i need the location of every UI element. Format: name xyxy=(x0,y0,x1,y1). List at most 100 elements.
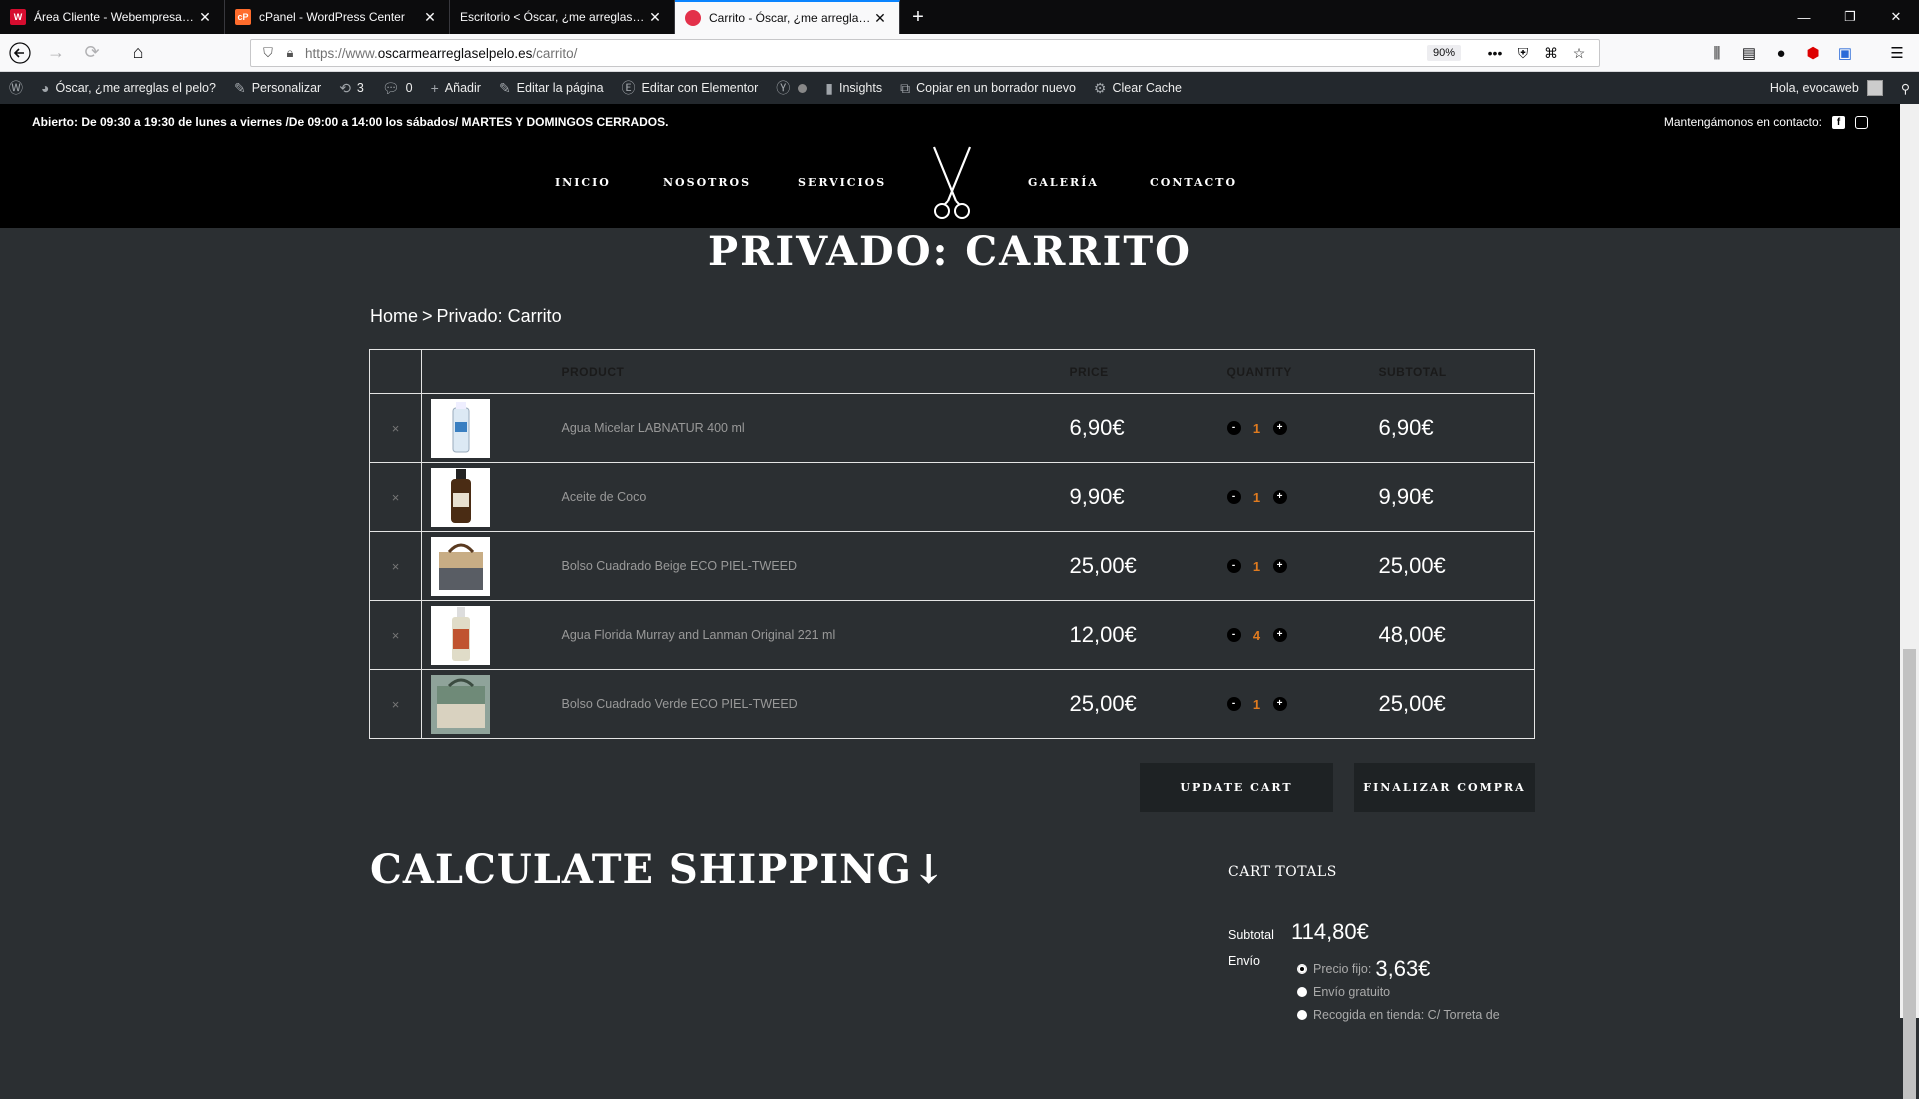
account-icon[interactable]: ● xyxy=(1765,39,1797,67)
avatar xyxy=(1866,80,1883,96)
nav-contacto[interactable]: CONTACTO xyxy=(1150,176,1237,189)
calculate-shipping-heading[interactable]: CALCULATE SHIPPING↓ xyxy=(370,846,946,893)
bookmark-star-icon[interactable]: ☆ xyxy=(1565,45,1593,62)
remove-item-button[interactable]: × xyxy=(369,462,422,532)
cart-row: × Agua Micelar LABNATUR 400 ml 6,90€ -1 +… xyxy=(369,393,1535,463)
shield-icon[interactable]: ⛉ xyxy=(257,45,279,61)
product-thumbnail[interactable] xyxy=(431,467,490,527)
product-thumbnail[interactable] xyxy=(431,398,490,458)
nav-galeria[interactable]: GALERÍA xyxy=(1028,176,1099,189)
scrollbar-thumb[interactable] xyxy=(1903,649,1916,1099)
more-actions-icon[interactable]: ••• xyxy=(1481,45,1509,61)
minimize-icon[interactable]: — xyxy=(1781,0,1827,34)
remove-item-button[interactable]: × xyxy=(369,600,422,670)
admin-search-icon[interactable]: ⚲ xyxy=(1892,72,1919,104)
nav-inicio[interactable]: INICIO xyxy=(555,176,611,189)
product-name[interactable]: Bolso Cuadrado Beige ECO PIEL-TWEED xyxy=(561,531,1070,601)
product-thumbnail[interactable] xyxy=(431,674,490,734)
wp-admin-bar: Ⓦ ◕ Óscar, ¿me arreglas el pelo? ✎ Persona… xyxy=(0,72,1919,104)
quantity-value[interactable]: 4 xyxy=(1251,628,1263,643)
yoast-icon[interactable]: Ⓨ xyxy=(767,72,816,104)
reload-icon[interactable]: ⟳ xyxy=(74,38,110,68)
shipping-option-free[interactable]: Envío gratuito xyxy=(1297,985,1390,999)
forward-icon[interactable]: → xyxy=(38,38,74,68)
admin-site-name[interactable]: ◕ Óscar, ¿me arreglas el pelo? xyxy=(32,72,225,104)
quantity-value[interactable]: 1 xyxy=(1251,490,1263,505)
nav-nosotros[interactable]: NOSOTROS xyxy=(663,176,751,189)
url-text[interactable]: https://www.oscarmearreglaselpelo.es/car… xyxy=(305,46,1427,61)
close-window-icon[interactable]: ✕ xyxy=(1873,0,1919,34)
increase-qty-button[interactable]: + xyxy=(1272,628,1287,642)
restore-icon[interactable]: ❐ xyxy=(1827,0,1873,34)
site-favicon-icon xyxy=(685,10,701,26)
quantity-value[interactable]: 1 xyxy=(1251,421,1263,436)
quantity-value[interactable]: 1 xyxy=(1251,697,1263,712)
translate-icon[interactable]: ⌘ xyxy=(1537,45,1565,62)
decrease-qty-button[interactable]: - xyxy=(1226,697,1241,711)
admin-copy-draft[interactable]: ⧉ Copiar en un borrador nuevo xyxy=(891,72,1085,104)
close-tab-icon[interactable]: ✕ xyxy=(646,9,664,26)
adblock-icon[interactable]: ⬢ xyxy=(1797,39,1829,67)
url-bar[interactable]: ⛉ 🔒︎ https://www.oscarmearreglaselpelo.e… xyxy=(250,39,1600,67)
admin-edit-page[interactable]: ✎ Editar la página xyxy=(490,72,613,104)
decrease-qty-button[interactable]: - xyxy=(1226,628,1241,642)
home-icon[interactable]: ⌂ xyxy=(120,38,156,68)
decrease-qty-button[interactable]: - xyxy=(1226,490,1241,504)
browser-tab-webempresa[interactable]: W Área Cliente - Webempresa Eur ✕ xyxy=(0,0,225,34)
product-thumbnail[interactable] xyxy=(431,536,490,596)
back-icon[interactable] xyxy=(2,38,38,68)
admin-insights[interactable]: ▮ Insights xyxy=(816,72,891,104)
facebook-icon[interactable]: f xyxy=(1832,115,1845,129)
admin-comments[interactable]: 💬︎ 0 xyxy=(373,72,422,104)
browser-tab-carrito[interactable]: Carrito - Óscar, ¿me arreglas el ✕ xyxy=(675,0,900,34)
increase-qty-button[interactable]: + xyxy=(1272,421,1287,435)
browser-tab-cpanel[interactable]: cP cPanel - WordPress Center ✕ xyxy=(225,0,450,34)
product-price: 6,90€ xyxy=(1069,393,1227,463)
scissors-logo-icon[interactable] xyxy=(922,145,982,223)
radio-selected-icon[interactable] xyxy=(1297,964,1307,974)
new-tab-button[interactable]: + xyxy=(900,0,936,34)
admin-edit-elementor[interactable]: Ⓔ Editar con Elementor xyxy=(613,72,768,104)
page-scrollbar[interactable] xyxy=(1900,104,1919,1099)
library-icon[interactable]: ⫼ xyxy=(1701,39,1733,67)
lock-icon[interactable]: 🔒︎ xyxy=(279,45,301,61)
menu-icon[interactable]: ☰ xyxy=(1881,39,1913,67)
close-tab-icon[interactable]: ✕ xyxy=(421,9,439,26)
radio-icon[interactable] xyxy=(1297,1010,1307,1020)
decrease-qty-button[interactable]: - xyxy=(1226,559,1241,573)
decrease-qty-button[interactable]: - xyxy=(1226,421,1241,435)
instagram-icon[interactable] xyxy=(1855,115,1868,129)
pocket-icon[interactable]: ⛨ xyxy=(1509,45,1537,62)
product-name[interactable]: Agua Florida Murray and Lanman Original … xyxy=(561,600,1070,670)
product-name[interactable]: Bolso Cuadrado Verde ECO PIEL-TWEED xyxy=(561,669,1070,739)
remove-item-button[interactable]: × xyxy=(369,669,422,739)
admin-customize[interactable]: ✎ Personalizar xyxy=(225,72,330,104)
zoom-level[interactable]: 90% xyxy=(1426,45,1461,61)
product-thumbnail[interactable] xyxy=(431,605,490,665)
browser-tab-escritorio[interactable]: Escritorio < Óscar, ¿me arreglas el p ✕ xyxy=(450,0,675,34)
admin-add-new[interactable]: + Añadir xyxy=(422,72,490,104)
breadcrumb-home[interactable]: Home xyxy=(370,306,418,326)
nav-servicios[interactable]: SERVICIOS xyxy=(798,176,886,189)
remove-item-button[interactable]: × xyxy=(369,531,422,601)
increase-qty-button[interactable]: + xyxy=(1272,697,1287,711)
admin-updates[interactable]: ⟲ 3 xyxy=(330,72,373,104)
increase-qty-button[interactable]: + xyxy=(1272,559,1287,573)
checkout-button[interactable]: FINALIZAR COMPRA xyxy=(1354,763,1535,812)
wordpress-logo-icon[interactable]: Ⓦ xyxy=(0,72,32,104)
admin-clear-cache[interactable]: ⚙ Clear Cache xyxy=(1085,72,1191,104)
increase-qty-button[interactable]: + xyxy=(1272,490,1287,504)
radio-icon[interactable] xyxy=(1297,987,1307,997)
shipping-option-pickup[interactable]: Recogida en tienda: C/ Torreta de xyxy=(1297,1008,1500,1022)
update-cart-button[interactable]: UPDATE CART xyxy=(1140,763,1333,812)
close-tab-icon[interactable]: ✕ xyxy=(196,9,214,26)
shipping-option-fixed[interactable]: Precio fijo: 3,63€ xyxy=(1297,956,1430,982)
quantity-value[interactable]: 1 xyxy=(1251,559,1263,574)
product-name[interactable]: Aceite de Coco xyxy=(561,462,1070,532)
close-tab-icon[interactable]: ✕ xyxy=(871,10,889,27)
product-name[interactable]: Agua Micelar LABNATUR 400 ml xyxy=(561,393,1070,463)
sidebar-icon[interactable]: ▤ xyxy=(1733,39,1765,67)
translate-extension-icon[interactable]: ▣ xyxy=(1829,39,1861,67)
admin-account[interactable]: Hola, evocaweb xyxy=(1761,72,1892,104)
remove-item-button[interactable]: × xyxy=(369,393,422,463)
